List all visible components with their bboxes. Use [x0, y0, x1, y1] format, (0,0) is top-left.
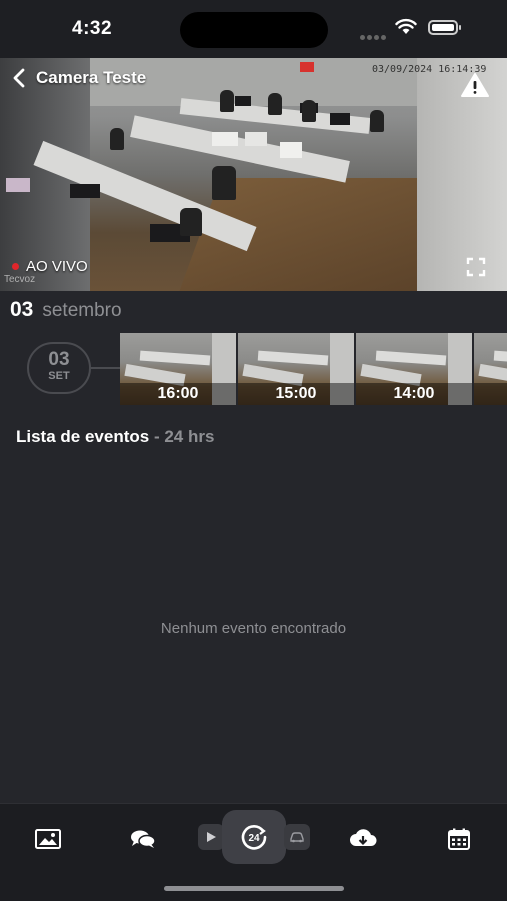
- back-button[interactable]: Camera Teste: [10, 68, 146, 88]
- badge-month: SET: [48, 370, 70, 382]
- battery-icon: [428, 20, 461, 35]
- clock: 4:32: [72, 18, 113, 39]
- calendar-icon: [448, 828, 470, 850]
- back-chevron-icon: [13, 68, 25, 88]
- date-badge[interactable]: 03 SET: [27, 342, 91, 394]
- car-icon: [290, 832, 304, 843]
- live-label: AO VIVO: [26, 258, 88, 275]
- chat-button[interactable]: [125, 824, 161, 854]
- 24h-button[interactable]: 24: [222, 810, 286, 864]
- timeline[interactable]: 03 SET 16:00 15:00 14:00: [0, 330, 507, 406]
- events-title-text: Lista de eventos: [16, 427, 150, 446]
- dynamic-island: [180, 12, 328, 48]
- calendar-button[interactable]: [441, 824, 477, 854]
- signal-icon: [360, 27, 388, 45]
- date-month: setembro: [42, 300, 122, 321]
- timeline-thumbnail[interactable]: [474, 333, 507, 405]
- cloud-download-button[interactable]: [345, 824, 381, 854]
- car-toggle[interactable]: [284, 824, 310, 850]
- timeline-thumbnail[interactable]: 16:00: [120, 333, 236, 405]
- play-toggle[interactable]: [198, 824, 224, 850]
- badge-day: 03: [48, 349, 70, 370]
- svg-text:24: 24: [248, 833, 260, 844]
- wifi-icon: [395, 18, 417, 34]
- chat-icon: [131, 830, 156, 848]
- warning-icon[interactable]: [460, 72, 490, 98]
- status-bar: 4:32: [0, 0, 507, 58]
- timeline-thumbnail[interactable]: 15:00: [238, 333, 354, 405]
- fullscreen-icon[interactable]: [466, 257, 486, 277]
- live-dot-icon: [12, 263, 19, 270]
- events-range: - 24 hrs: [153, 427, 215, 446]
- play-icon: [207, 832, 216, 842]
- cloud-download-icon: [350, 829, 377, 846]
- 24h-icon: 24: [241, 825, 267, 850]
- date-day: 03: [10, 298, 34, 321]
- gallery-button[interactable]: [30, 824, 66, 854]
- events-title: Lista de eventos - 24 hrs: [16, 427, 214, 447]
- gallery-icon: [35, 829, 61, 849]
- thumbnail-time: [474, 383, 507, 405]
- empty-events-message: Nenhum evento encontrado: [160, 620, 347, 637]
- timeline-connector: [91, 367, 121, 369]
- camera-title: Camera Teste: [36, 68, 147, 87]
- live-indicator: AO VIVO: [12, 258, 88, 275]
- watermark: Tecvoz: [4, 274, 36, 285]
- live-video-player[interactable]: Camera Teste 03/09/2024 16:14:39 AO VIVO…: [0, 58, 507, 291]
- mode-switch[interactable]: 24: [198, 810, 310, 864]
- home-indicator: [164, 886, 344, 891]
- date-header: 03 setembro: [10, 298, 122, 322]
- thumbnail-time: 16:00: [120, 383, 236, 405]
- timeline-thumbnail[interactable]: 14:00: [356, 333, 472, 405]
- thumbnail-time: 15:00: [238, 383, 354, 405]
- thumbnail-time: 14:00: [356, 383, 472, 405]
